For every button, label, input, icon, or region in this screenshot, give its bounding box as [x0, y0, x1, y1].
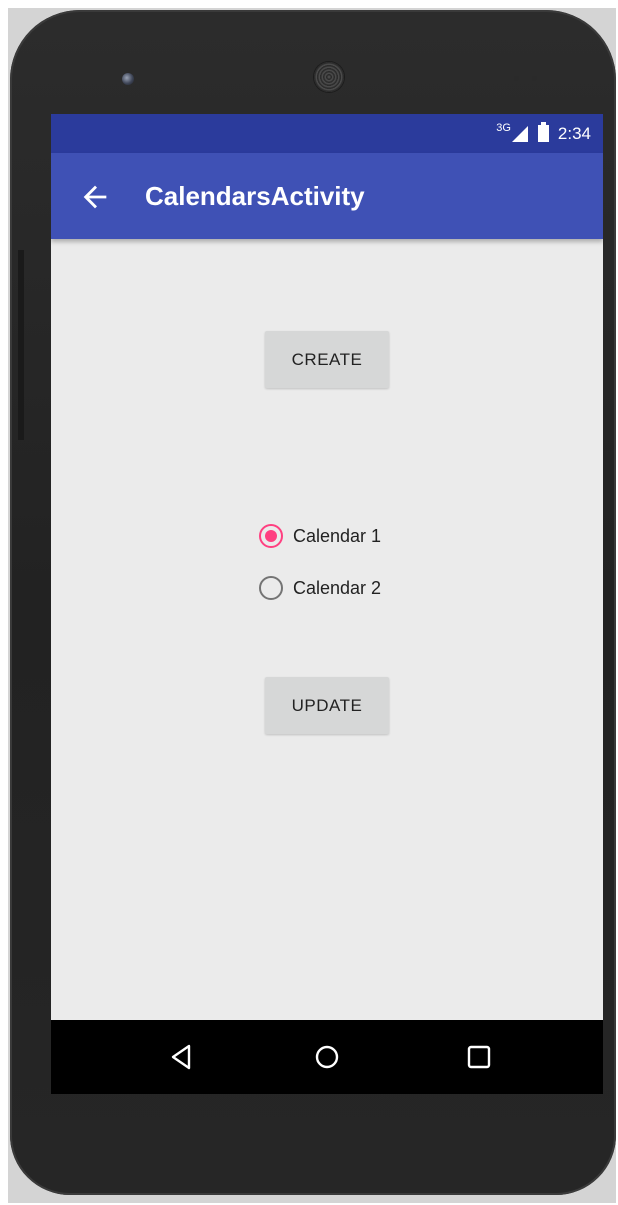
network-type-label: 3G [496, 121, 511, 134]
page-title: CalendarsActivity [145, 181, 365, 211]
radio-unchecked-icon[interactable] [259, 576, 283, 600]
light-sensor [532, 76, 537, 81]
create-button[interactable]: CREATE [265, 331, 389, 388]
calendar-option-2[interactable]: Calendar 2 [259, 562, 381, 614]
signal-strength-icon [511, 125, 528, 142]
phone-side-button [18, 250, 24, 440]
calendar-radio-group: Calendar 1 Calendar 2 [259, 510, 381, 614]
status-bar: 3G 2:34 [51, 114, 603, 153]
calendar-option-1[interactable]: Calendar 1 [259, 510, 381, 562]
back-triangle-icon[interactable] [163, 1040, 199, 1074]
battery-icon [537, 122, 549, 142]
home-circle-icon[interactable] [309, 1040, 345, 1074]
status-icons: 3G 2:34 [496, 114, 591, 153]
calendar-option-label[interactable]: Calendar 1 [293, 526, 381, 547]
arrow-back-icon[interactable] [78, 180, 112, 214]
earpiece-speaker [314, 62, 344, 92]
radio-checked-icon[interactable] [259, 524, 283, 548]
proximity-sensor [514, 76, 519, 81]
app-bar: CalendarsActivity [51, 153, 603, 239]
status-time: 2:34 [557, 123, 591, 143]
calendar-option-label[interactable]: Calendar 2 [293, 578, 381, 599]
update-button[interactable]: UPDATE [265, 677, 389, 734]
navigation-bar [51, 1020, 603, 1094]
recents-square-icon[interactable] [461, 1040, 497, 1074]
phone-device: 3G 2:34 CalendarsActivity CREATE Calenda… [10, 10, 616, 1195]
front-camera-icon [122, 73, 134, 85]
device-screen: 3G 2:34 CalendarsActivity CREATE Calenda… [51, 114, 603, 1094]
